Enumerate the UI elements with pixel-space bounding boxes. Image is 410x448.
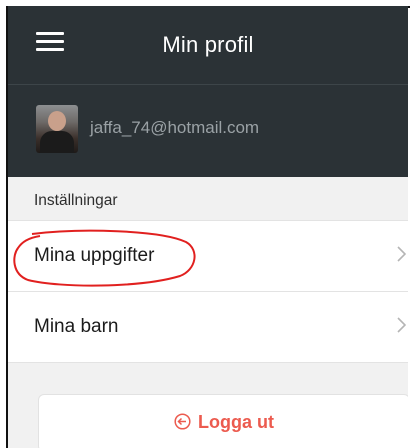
user-email: jaffa_74@hotmail.com [90, 118, 260, 137]
user-avatar [36, 105, 78, 153]
app-header: Min profil [8, 6, 408, 84]
chevron-right-icon [397, 317, 406, 333]
settings-item-label: Mina barn [34, 316, 119, 337]
logout-icon [174, 413, 191, 430]
settings-item-mina-barn[interactable]: Mina barn [8, 291, 408, 363]
logout-label: Logga ut [198, 412, 274, 432]
app-screen: Min profil jaffa_74@hotmail.com Inställn… [8, 6, 408, 448]
settings-item-mina-uppgifter[interactable]: Mina uppgifter [8, 220, 408, 291]
chevron-right-icon [397, 246, 406, 262]
profile-summary: jaffa_74@hotmail.com [8, 84, 408, 177]
settings-item-label: Mina uppgifter [34, 245, 155, 266]
page-title: Min profil [162, 32, 254, 57]
settings-section-label: Inställningar [34, 192, 118, 209]
logout-button[interactable]: Logga ut [38, 394, 408, 448]
settings-list: Mina uppgifter Mina barn [8, 220, 408, 363]
